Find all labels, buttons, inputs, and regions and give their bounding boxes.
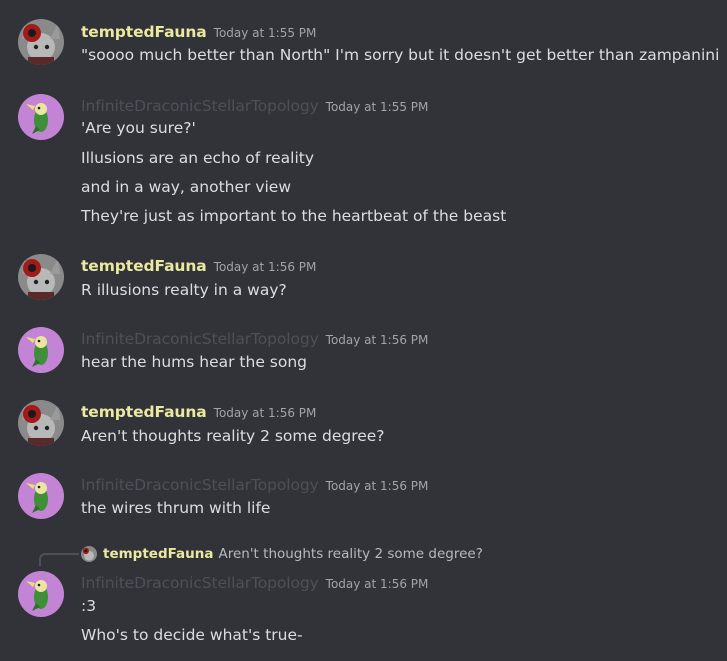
author-name[interactable]: temptedFauna [81, 403, 207, 421]
message-text: Illusions are an echo of reality [81, 149, 315, 167]
timestamp: Today at 1:56 PM [325, 333, 429, 347]
author-name[interactable]: InfiniteDraconicStellarTopology [81, 574, 319, 592]
timestamp: Today at 1:56 PM [325, 577, 429, 591]
avatar-infinite[interactable] [18, 327, 64, 373]
avatar-fauna[interactable] [18, 400, 64, 446]
avatar-infinite[interactable] [18, 94, 64, 140]
avatar-fauna[interactable] [18, 19, 64, 65]
message-text: R illusions realty in a way? [81, 281, 287, 299]
reply-avatar [81, 546, 97, 562]
author-name[interactable]: InfiniteDraconicStellarTopology [81, 330, 319, 348]
message-text: Who's to decide what's true- [81, 626, 303, 644]
timestamp: Today at 1:56 PM [213, 406, 317, 420]
timestamp: Today at 1:55 PM [213, 26, 317, 40]
author-name[interactable]: temptedFauna [81, 23, 207, 41]
chat-log: temptedFauna Today at 1:55 PM "soooo much… [0, 0, 727, 661]
message-text: the wires thrum with life [81, 499, 271, 517]
timestamp: Today at 1:56 PM [325, 479, 429, 493]
avatar-fauna[interactable] [18, 254, 64, 300]
avatar-infinite[interactable] [18, 571, 64, 617]
message-text: Aren't thoughts reality 2 some degree? [81, 427, 385, 445]
reply-spine [39, 553, 79, 566]
timestamp: Today at 1:55 PM [325, 100, 429, 114]
author-name[interactable]: temptedFauna [81, 257, 207, 275]
reply-reference[interactable]: temptedFauna Aren't thoughts reality 2 s… [81, 546, 483, 562]
avatar-infinite[interactable] [18, 473, 64, 519]
author-name[interactable]: InfiniteDraconicStellarTopology [81, 97, 319, 115]
reply-author[interactable]: temptedFauna [103, 546, 214, 562]
timestamp: Today at 1:56 PM [213, 260, 317, 274]
message-text: hear the hums hear the song [81, 353, 308, 371]
author-name[interactable]: InfiniteDraconicStellarTopology [81, 476, 319, 494]
message-text: 'Are you sure?' [81, 119, 196, 137]
reply-text[interactable]: Aren't thoughts reality 2 some degree? [219, 546, 483, 562]
message-text: and in a way, another view [81, 178, 292, 196]
message-text: "soooo much better than North" I'm sorry… [81, 46, 720, 64]
message-text: They're just as important to the heartbe… [81, 207, 507, 225]
message-text: :3 [81, 597, 97, 615]
